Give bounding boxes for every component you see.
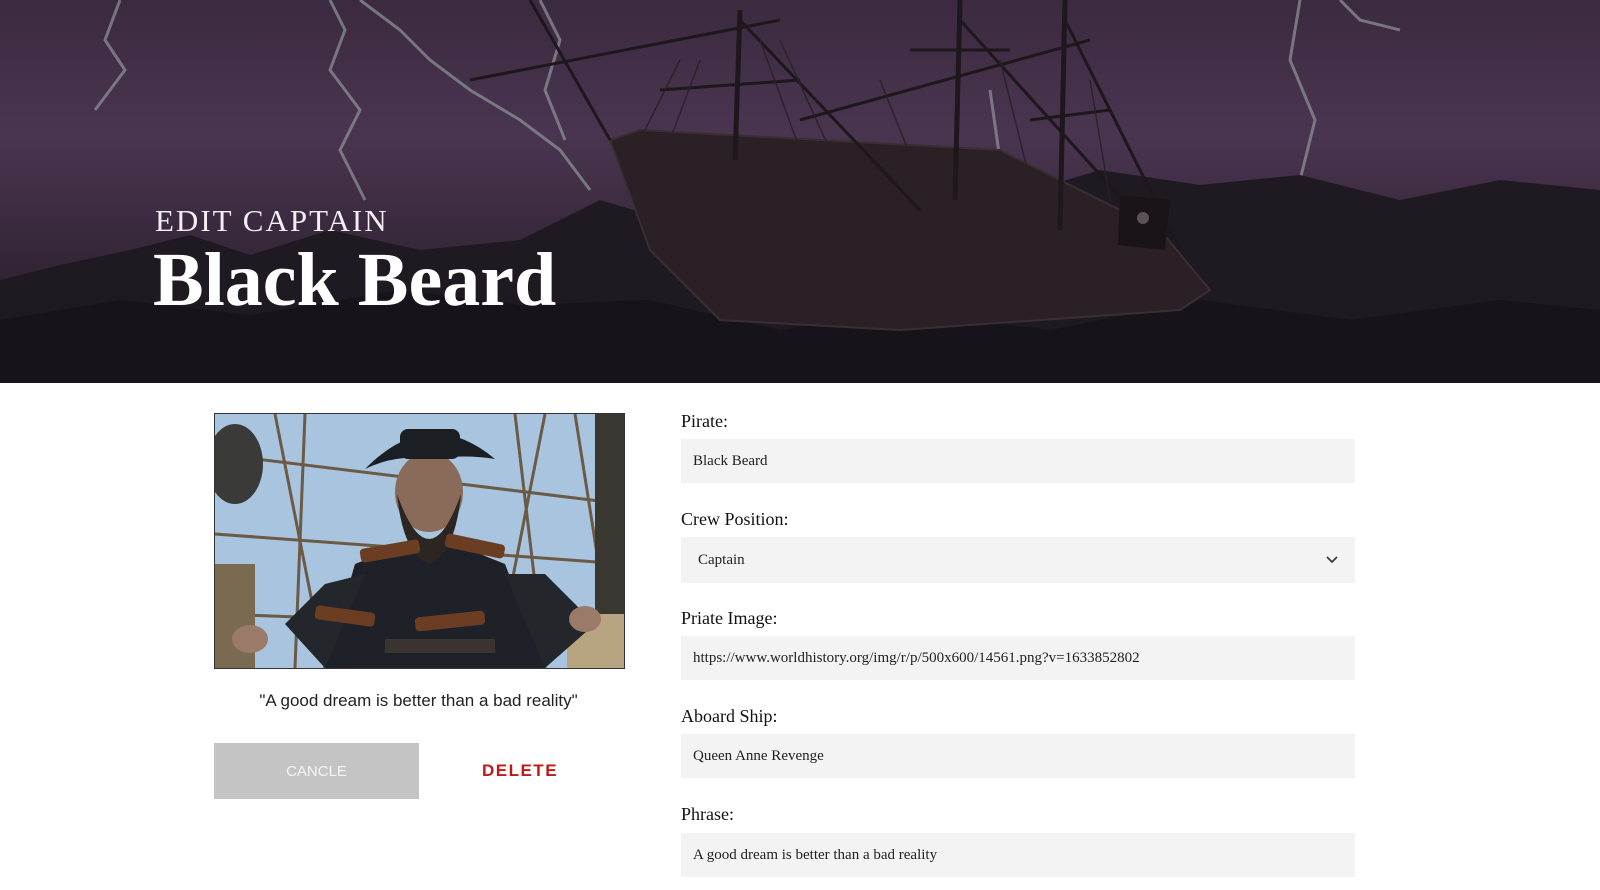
- phrase-value: A good dream is better than a bad realit…: [693, 846, 938, 863]
- phrase-label: Phrase:: [681, 804, 734, 824]
- crew-position-select[interactable]: Captain: [681, 537, 1355, 583]
- phrase-input[interactable]: A good dream is better than a bad realit…: [681, 833, 1355, 877]
- pirate-image: [214, 413, 625, 669]
- ship-value: Queen Anne Revenge: [693, 747, 824, 764]
- crew-position-value: Captain: [698, 551, 745, 568]
- chevron-down-icon: [1326, 556, 1338, 564]
- hero-banner: EDIT CAPTAIN Black Beard: [0, 0, 1600, 383]
- image-label: Priate Image:: [681, 608, 778, 628]
- ship-storm-illustration: [0, 0, 1600, 383]
- pirate-input[interactable]: Black Beard: [681, 439, 1355, 483]
- page-subtitle: EDIT CAPTAIN: [155, 203, 389, 238]
- crew-position-label: Crew Position:: [681, 509, 789, 529]
- pirate-label: Pirate:: [681, 411, 728, 431]
- pirate-value: Black Beard: [693, 452, 768, 469]
- pirate-quote: "A good dream is better than a bad reali…: [259, 691, 578, 710]
- ship-input[interactable]: Queen Anne Revenge: [681, 734, 1355, 778]
- page-title: Black Beard: [153, 238, 557, 322]
- image-url-input[interactable]: https://www.worldhistory.org/img/r/p/500…: [681, 636, 1355, 680]
- delete-button[interactable]: DELETE: [417, 743, 623, 799]
- ship-label: Aboard Ship:: [681, 706, 778, 726]
- image-url-value: https://www.worldhistory.org/img/r/p/500…: [693, 649, 1140, 666]
- cancel-button[interactable]: CANCLE: [214, 743, 419, 799]
